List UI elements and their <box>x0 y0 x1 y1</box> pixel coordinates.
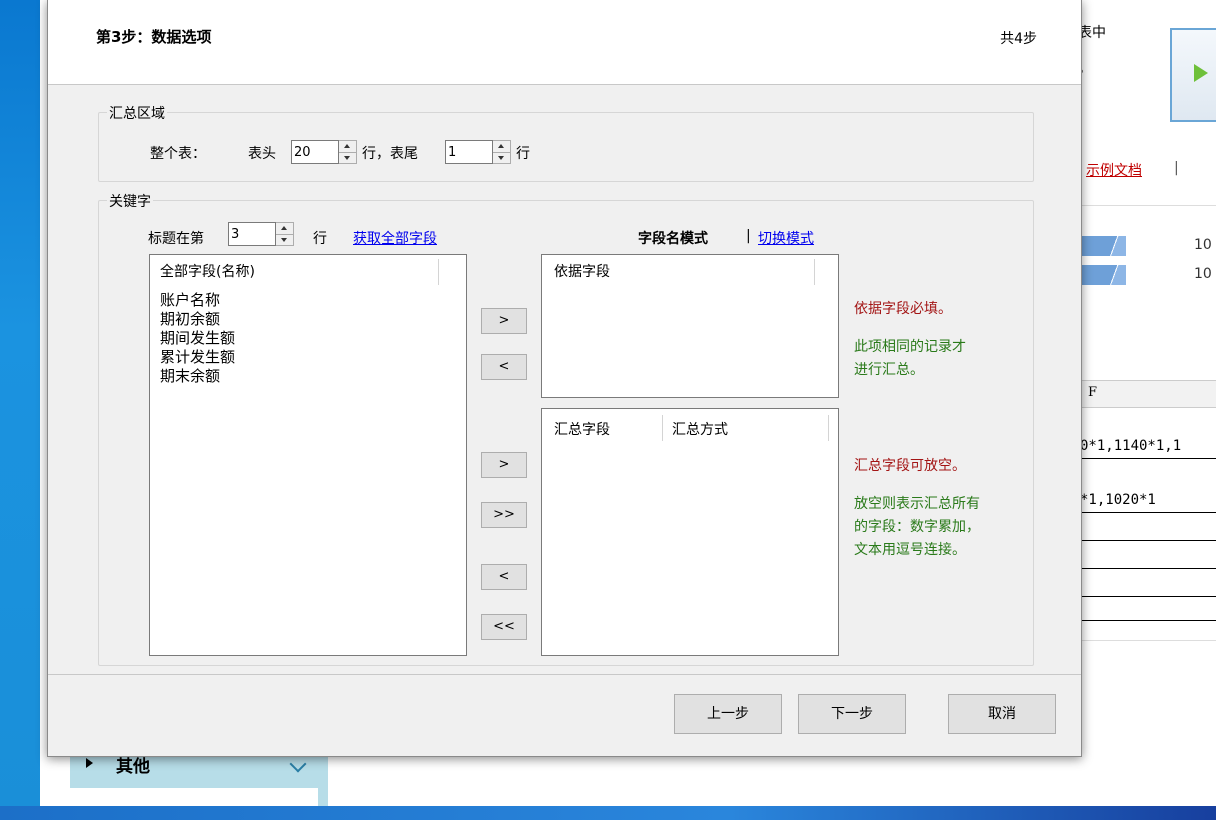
summary-area-group: 汇总区域 <box>98 103 1034 182</box>
summary-method-header[interactable]: 汇总方式 <box>672 419 728 439</box>
title-row-label: 标题在第 <box>148 231 204 247</box>
remove-basis-field-button[interactable]: < <box>481 354 527 380</box>
step-total: 共4步 <box>1000 31 1037 47</box>
link-separator: | <box>1174 160 1179 176</box>
summary-optional-note: 汇总字段可放空。 <box>854 458 966 474</box>
stepper-buttons[interactable] <box>276 222 294 246</box>
rows-footer-label: 行，表尾 <box>362 146 418 162</box>
field-mode-label: 字段名模式 <box>638 231 708 247</box>
summary-desc-note: 放空则表示汇总所有 的字段：数字累加， 文本用逗号连接。 <box>854 493 980 562</box>
add-basis-field-button[interactable]: > <box>481 308 527 334</box>
note-line: 文本用逗号连接。 <box>854 542 966 558</box>
example-doc-link[interactable]: 示例文档 <box>1086 160 1142 180</box>
count-value: 10 <box>1194 266 1212 282</box>
progress-bar <box>1080 265 1126 285</box>
rows-label: 行 <box>516 146 530 162</box>
column-header: F <box>1080 380 1216 408</box>
divider <box>1080 205 1216 206</box>
column-separator[interactable] <box>814 259 815 285</box>
list-item[interactable]: 累计发生额 <box>160 348 235 367</box>
stepper-buttons[interactable] <box>339 140 357 164</box>
header-rows-input[interactable] <box>291 140 339 164</box>
add-all-summary-fields-button[interactable]: >> <box>481 502 527 528</box>
list-item[interactable]: 期间发生额 <box>160 329 235 348</box>
background-text: 表中 <box>1078 25 1106 41</box>
table-row-line <box>1080 596 1216 597</box>
arrow-up-icon[interactable] <box>276 223 293 234</box>
table-row-line <box>1080 458 1216 459</box>
cancel-button[interactable]: 取消 <box>948 694 1056 734</box>
get-all-fields-link[interactable]: 获取全部字段 <box>353 228 437 248</box>
mode-separator: | <box>746 228 751 244</box>
arrow-up-icon[interactable] <box>493 141 510 152</box>
table-row-line <box>1080 568 1216 569</box>
all-fields-header[interactable]: 全部字段(名称) <box>160 261 255 281</box>
footer-rows-input[interactable] <box>445 140 493 164</box>
progress-bar <box>1080 236 1126 256</box>
run-button[interactable] <box>1170 28 1216 122</box>
note-line: 进行汇总。 <box>854 362 924 378</box>
whole-table-label: 整个表： <box>150 146 206 162</box>
count-value: 10 <box>1194 237 1212 253</box>
table-row-line <box>1080 620 1216 621</box>
column-header-label: F <box>1088 385 1098 400</box>
play-icon <box>1194 64 1208 82</box>
footer-rows-stepper[interactable] <box>445 140 511 164</box>
keywords-legend: 关键字 <box>107 191 153 211</box>
table-row-line <box>1080 512 1216 513</box>
list-item[interactable]: 期初余额 <box>160 310 235 329</box>
basis-fields-header[interactable]: 依据字段 <box>554 261 610 281</box>
column-separator[interactable] <box>828 415 829 441</box>
header-rows-label: 表头 <box>248 146 276 162</box>
arrow-down-icon[interactable] <box>276 233 293 246</box>
basis-desc-note: 此项相同的记录才 进行汇总。 <box>854 336 966 382</box>
column-separator[interactable] <box>438 259 439 285</box>
note-line: 此项相同的记录才 <box>854 339 966 355</box>
table-row-line <box>1080 540 1216 541</box>
stepper-buttons[interactable] <box>493 140 511 164</box>
note-line: 的字段：数字累加， <box>854 519 980 535</box>
caret-right-icon <box>86 758 93 768</box>
column-separator[interactable] <box>662 415 663 441</box>
step-title: 第3步：数据选项 <box>96 28 212 46</box>
table-cell: 0*1,1140*1,1 <box>1080 438 1182 454</box>
summary-area-legend: 汇总区域 <box>107 103 167 123</box>
title-row-input[interactable] <box>228 222 276 246</box>
table-cell: *1,1020*1 <box>1080 492 1156 508</box>
arrow-down-icon[interactable] <box>339 151 356 164</box>
title-row-unit: 行 <box>313 231 327 247</box>
footer-divider <box>48 674 1081 675</box>
taskbar <box>0 806 1216 820</box>
basis-fields-list[interactable]: 依据字段 <box>541 254 839 398</box>
remove-all-summary-fields-button[interactable]: << <box>481 614 527 640</box>
all-fields-list[interactable]: 全部字段(名称) 账户名称 期初余额 期间发生额 累计发生额 期末余额 <box>149 254 467 656</box>
wizard-dialog: 第3步：数据选项 共4步 汇总区域 整个表： 表头 行，表尾 行 关键字 标题在… <box>47 0 1082 757</box>
summary-fields-list[interactable]: 汇总字段 汇总方式 <box>541 408 839 656</box>
summary-field-header[interactable]: 汇总字段 <box>554 419 610 439</box>
add-summary-field-button[interactable]: > <box>481 452 527 478</box>
list-item[interactable]: 账户名称 <box>160 291 235 310</box>
chevron-down-icon[interactable] <box>289 755 307 773</box>
basis-required-note: 依据字段必填。 <box>854 301 952 317</box>
remove-summary-field-button[interactable]: < <box>481 564 527 590</box>
note-line: 放空则表示汇总所有 <box>854 496 980 512</box>
title-row-stepper[interactable] <box>228 222 294 246</box>
list-item[interactable]: 期末余额 <box>160 367 235 386</box>
header-rows-stepper[interactable] <box>291 140 357 164</box>
next-step-button[interactable]: 下一步 <box>798 694 906 734</box>
arrow-up-icon[interactable] <box>339 141 356 152</box>
switch-mode-link[interactable]: 切换模式 <box>758 228 814 248</box>
all-fields-items: 账户名称 期初余额 期间发生额 累计发生额 期末余额 <box>160 291 235 386</box>
dialog-header: 第3步：数据选项 共4步 <box>48 0 1081 85</box>
arrow-down-icon[interactable] <box>493 151 510 164</box>
prev-step-button[interactable]: 上一步 <box>674 694 782 734</box>
